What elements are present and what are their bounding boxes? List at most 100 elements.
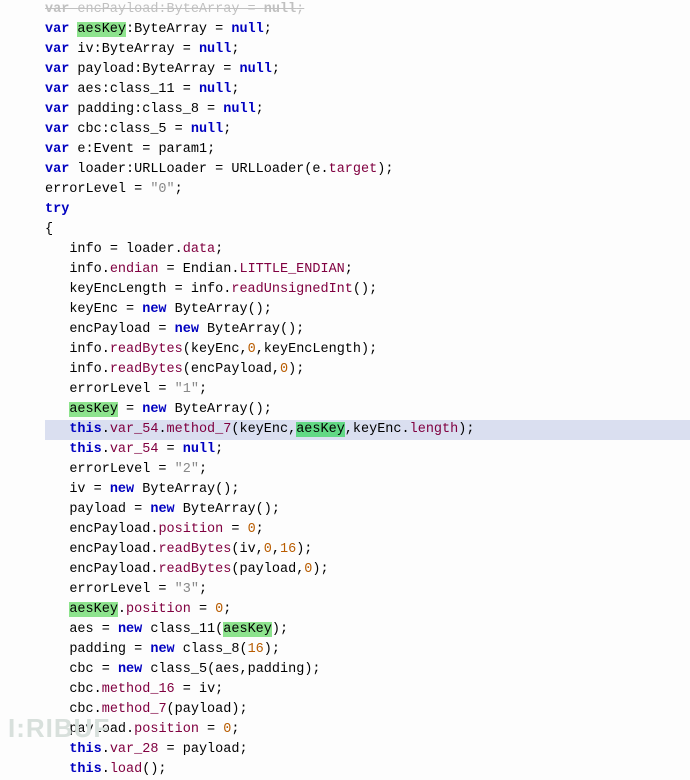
- token-hl: aesKey: [69, 402, 118, 417]
- token-id: errorLevel: [45, 182, 126, 197]
- code-line: keyEncLength = info.readUnsignedInt();: [45, 280, 690, 300]
- code-line: info.readBytes(encPayload,0);: [45, 360, 690, 380]
- token-punct: (: [183, 362, 191, 377]
- token-op: =: [158, 262, 182, 277]
- token-punct: );: [361, 342, 377, 357]
- token-str: "2": [175, 462, 199, 477]
- token-punct: ;: [345, 262, 353, 277]
- token-op: =: [207, 22, 231, 37]
- token-punct: ;: [231, 722, 239, 737]
- token-id: ByteArray: [183, 502, 256, 517]
- token-id: class_11: [150, 622, 215, 637]
- code-line: var padding:class_8 = null;: [45, 100, 690, 120]
- token-punct: .: [102, 262, 110, 277]
- token-op: =: [215, 62, 239, 77]
- token-type: URLLoader: [134, 162, 207, 177]
- token-id: info: [191, 282, 223, 297]
- token-id: payload: [175, 702, 232, 717]
- code-line: encPayload.position = 0;: [45, 520, 690, 540]
- token-id: payload: [239, 562, 296, 577]
- token-kw: try: [45, 202, 69, 217]
- code-line: aesKey.position = 0;: [45, 600, 690, 620]
- token-punct: .: [402, 422, 410, 437]
- token-kw: new: [142, 302, 174, 317]
- token-op: =: [191, 602, 215, 617]
- token-punct: ;: [264, 22, 272, 37]
- token-id: ByteArray: [175, 402, 248, 417]
- token-punct: ();: [215, 482, 239, 497]
- token-kw: new: [150, 642, 182, 657]
- token-op: =: [126, 182, 150, 197]
- token-punct: );: [288, 362, 304, 377]
- token-op: =: [199, 722, 223, 737]
- token-id: info: [69, 342, 101, 357]
- token-prop: readBytes: [158, 542, 231, 557]
- token-prop: endian: [110, 262, 159, 277]
- code-line: errorLevel = "3";: [45, 580, 690, 600]
- token-id: class_8: [183, 642, 240, 657]
- code-line: iv = new ByteArray();: [45, 480, 690, 500]
- token-prop: readUnsignedInt: [231, 282, 353, 297]
- token-punct: ();: [248, 402, 272, 417]
- token-punct: .: [94, 682, 102, 697]
- code-line: this.var_54.method_7(keyEnc,aesKey,keyEn…: [45, 420, 690, 440]
- token-prop: var_54: [110, 442, 159, 457]
- code-line: errorLevel = "2";: [45, 460, 690, 480]
- token-op: =: [167, 122, 191, 137]
- token-punct: :: [158, 2, 166, 17]
- token-op: =: [199, 102, 223, 117]
- token-kw: this: [69, 422, 101, 437]
- token-id: padding: [69, 642, 126, 657]
- token-punct: ;: [199, 462, 207, 477]
- token-punct: );: [458, 422, 474, 437]
- token-id: encPayload: [69, 322, 150, 337]
- token-prop: method_7: [102, 702, 167, 717]
- code-viewer: var encPayload:ByteArray = null;var aesK…: [0, 0, 690, 780]
- token-op: =: [86, 482, 110, 497]
- token-kw: this: [69, 442, 101, 457]
- token-id: encPayload: [191, 362, 272, 377]
- token-punct: :: [86, 142, 94, 157]
- token-id: aes: [215, 662, 239, 677]
- token-id: param1: [158, 142, 207, 157]
- token-punct: ();: [142, 762, 166, 777]
- token-op: =: [158, 442, 182, 457]
- token-op: =: [94, 622, 118, 637]
- token-str: "1": [175, 382, 199, 397]
- token-num: 0: [280, 362, 288, 377]
- code-line: aes = new class_11(aesKey);: [45, 620, 690, 640]
- code-line: var aesKey:ByteArray = null;: [45, 20, 690, 40]
- token-punct: ;: [207, 142, 215, 157]
- token-punct: ;: [272, 62, 280, 77]
- token-prop: position: [126, 602, 191, 617]
- token-punct: .: [102, 422, 110, 437]
- token-kw: null: [183, 442, 215, 457]
- token-punct: .: [118, 602, 126, 617]
- token-id: encPayload: [69, 562, 150, 577]
- token-op: =: [175, 82, 199, 97]
- code-line: this.load();: [45, 760, 690, 780]
- token-punct: ;: [199, 582, 207, 597]
- token-kw: new: [142, 402, 174, 417]
- token-kw: null: [199, 82, 231, 97]
- token-id: errorLevel: [69, 582, 150, 597]
- token-punct: :: [102, 122, 110, 137]
- token-id: encPayload: [77, 2, 158, 17]
- token-id: cbc: [69, 662, 93, 677]
- token-type: ByteArray: [134, 22, 207, 37]
- token-punct: ;: [296, 2, 304, 17]
- token-num: 0: [248, 342, 256, 357]
- token-id: e: [77, 142, 85, 157]
- token-str: "3": [175, 582, 199, 597]
- code-line: errorLevel = "0";: [45, 180, 690, 200]
- code-line: this.var_54 = null;: [45, 440, 690, 460]
- code-line: payload.position = 0;: [45, 720, 690, 740]
- token-punct: .: [102, 342, 110, 357]
- code-line: var aes:class_11 = null;: [45, 80, 690, 100]
- token-punct: .: [126, 722, 134, 737]
- token-id: loader: [126, 242, 175, 257]
- token-punct: ,: [256, 342, 264, 357]
- token-kw: var: [45, 142, 77, 157]
- token-id: iv: [199, 682, 215, 697]
- token-punct: );: [296, 542, 312, 557]
